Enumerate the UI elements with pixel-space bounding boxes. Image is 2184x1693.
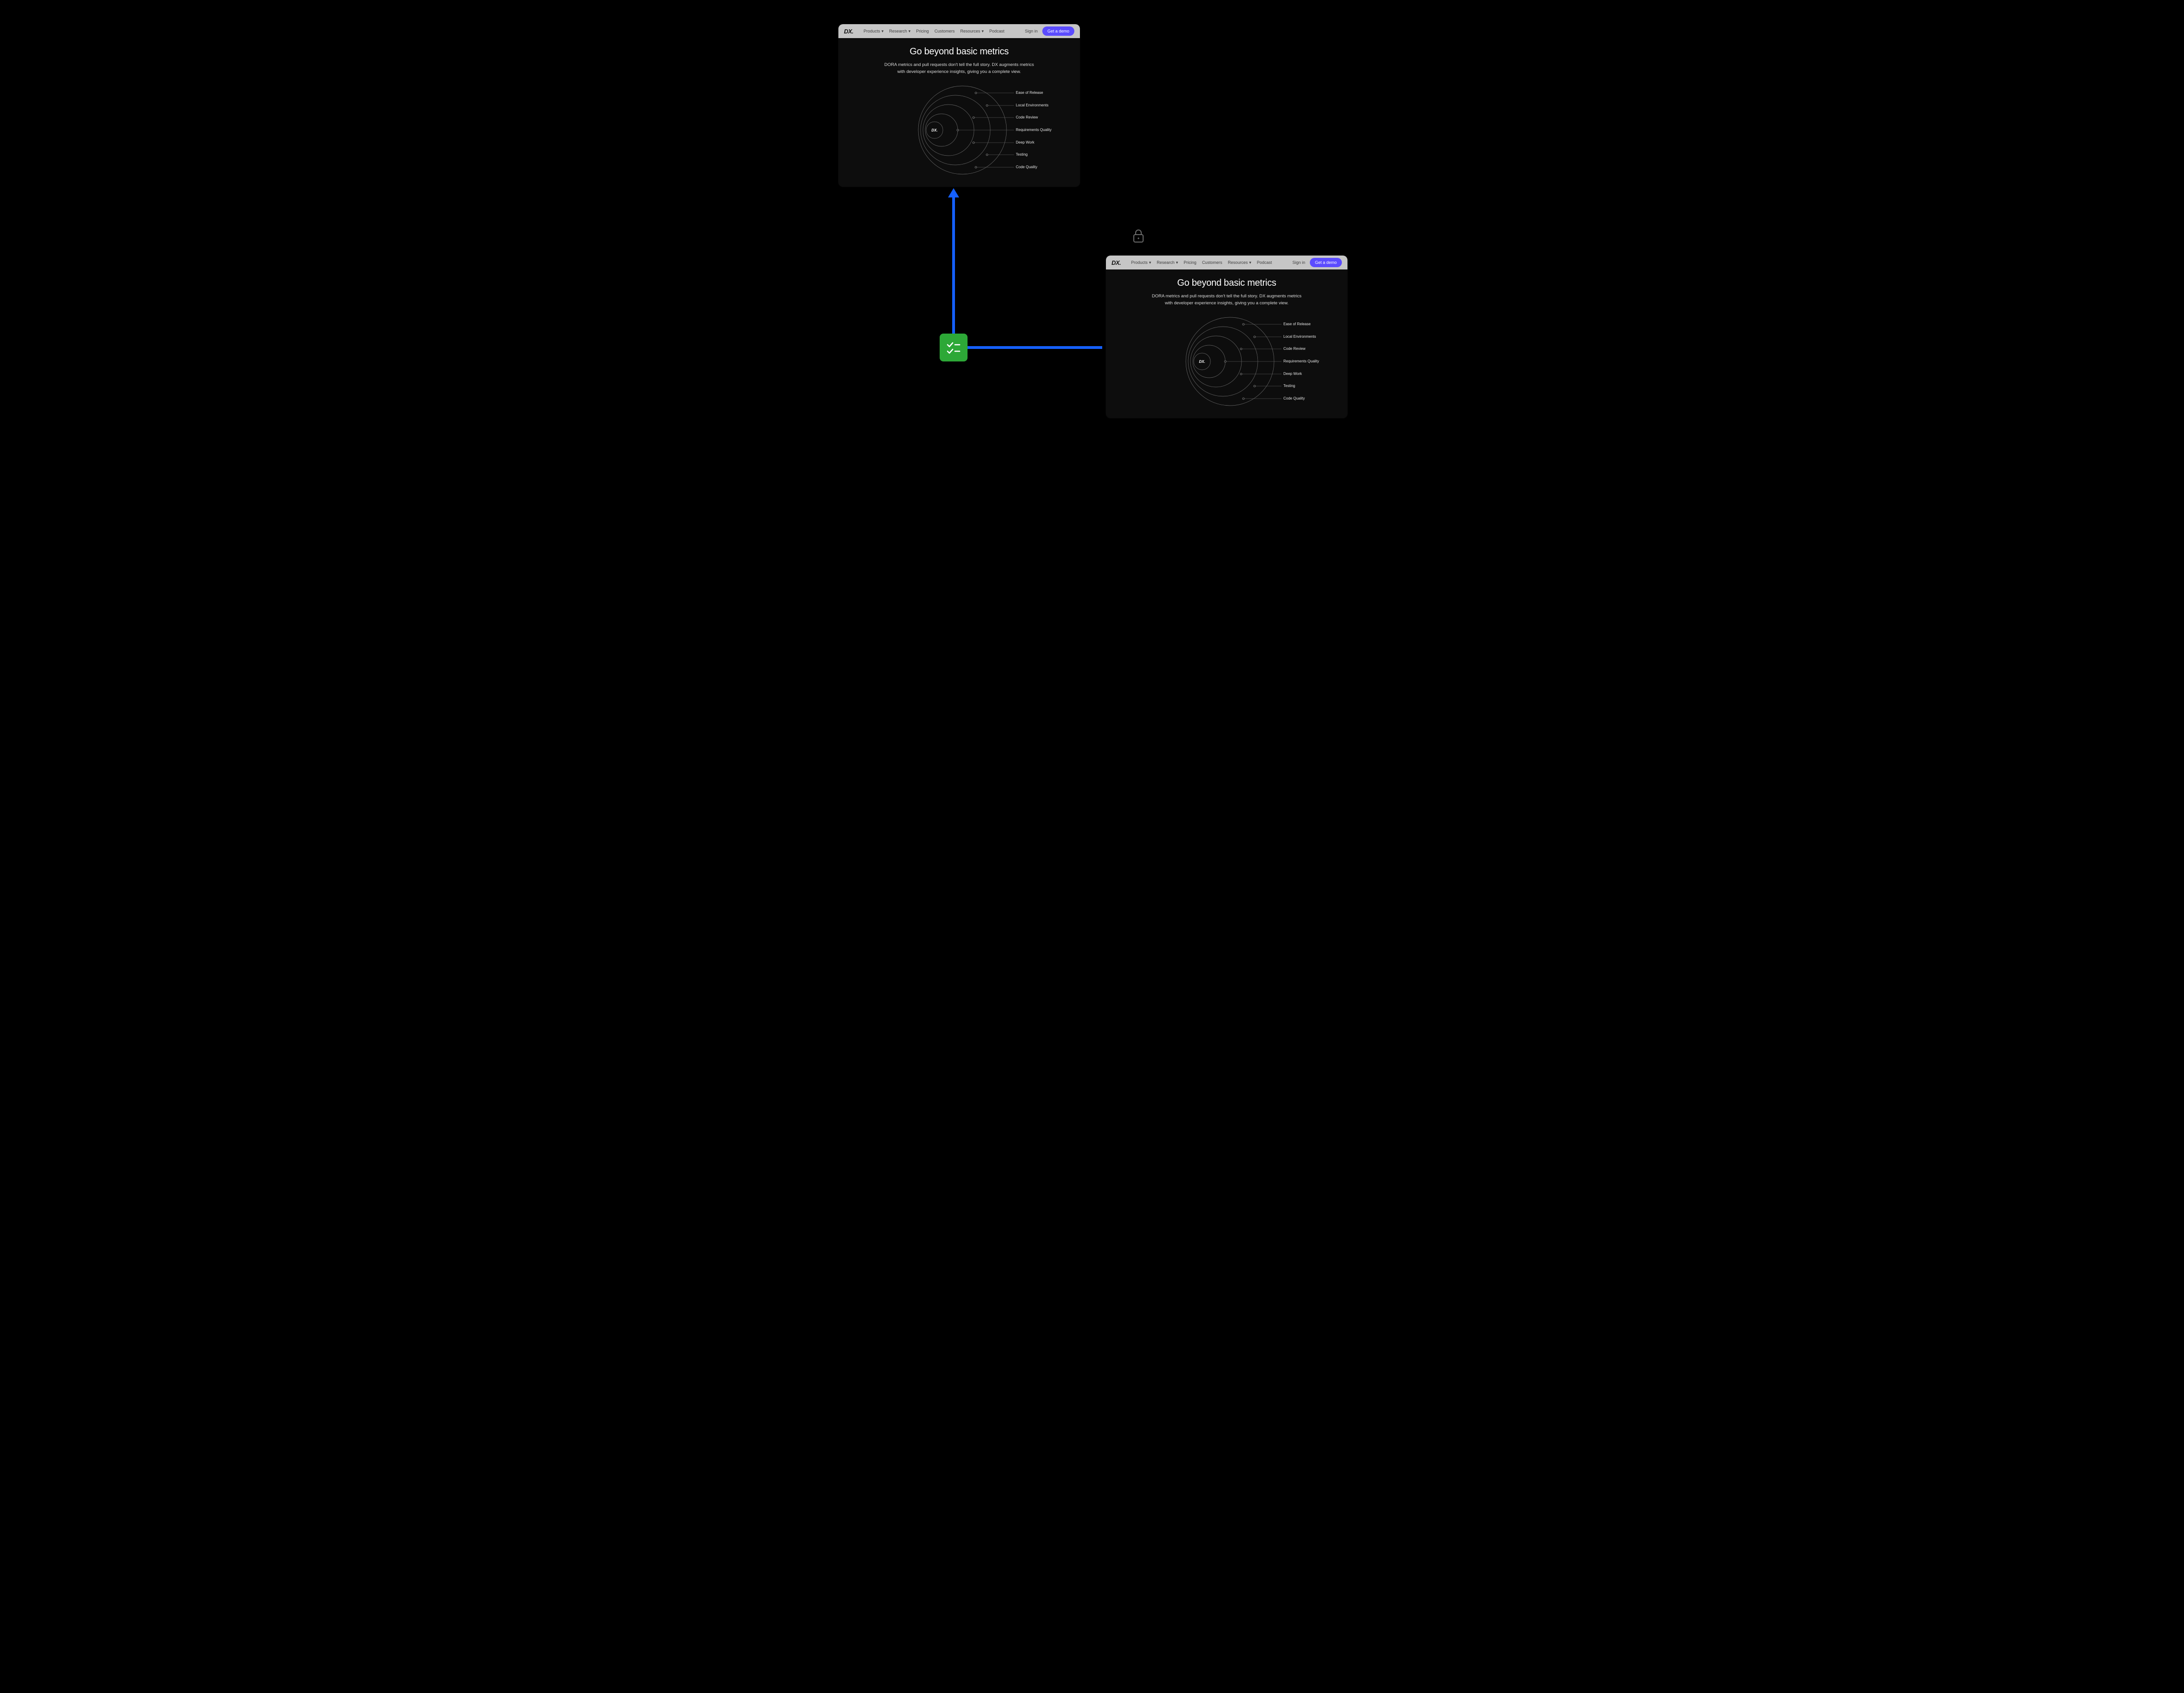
- nav-item-research[interactable]: Research▾: [1157, 260, 1178, 265]
- orbit-diagram: DX. Ease of Release Local Environments C…: [838, 84, 1080, 181]
- nav-links: Products▾ Research▾ Pricing Customers Re…: [863, 29, 1004, 34]
- orbit-label: Code Review: [1283, 347, 1306, 351]
- nav-item-products[interactable]: Products▾: [863, 29, 883, 34]
- chevron-down-icon: ▾: [882, 29, 884, 34]
- orbit-label: Testing: [1283, 384, 1295, 388]
- nav-item-resources[interactable]: Resources▾: [1228, 260, 1251, 265]
- page-title: Go beyond basic metrics: [857, 46, 1061, 57]
- nav-item-pricing[interactable]: Pricing: [1184, 260, 1197, 265]
- orbit-label: Local Environments: [1016, 103, 1048, 107]
- signin-link[interactable]: Sign in: [1025, 29, 1038, 33]
- nav-item-customers[interactable]: Customers: [1202, 260, 1223, 265]
- get-demo-button[interactable]: Get a demo: [1310, 258, 1342, 267]
- orbit-label: Code Review: [1016, 115, 1038, 119]
- nav-item-resources[interactable]: Resources▾: [960, 29, 984, 34]
- orbit-label: Code Quality: [1283, 396, 1305, 400]
- page-subtitle: DORA metrics and pull requests don't tel…: [880, 62, 1038, 75]
- page-title: Go beyond basic metrics: [1125, 278, 1329, 289]
- nav-bar: DX. Products▾ Research▾ Pricing Customer…: [1106, 256, 1347, 269]
- get-demo-button[interactable]: Get a demo: [1042, 26, 1074, 36]
- signin-link[interactable]: Sign in: [1292, 260, 1305, 265]
- orbit-center-label: DX.: [931, 128, 937, 132]
- orbit-label: Testing: [1016, 152, 1027, 157]
- orbit-label: Ease of Release: [1283, 322, 1311, 326]
- screenshot-card-top: DX. Products▾ Research▾ Pricing Customer…: [838, 24, 1080, 187]
- chevron-down-icon: ▾: [1149, 260, 1151, 265]
- orbit-label: Deep Work: [1283, 372, 1302, 376]
- checklist-badge: [940, 334, 968, 361]
- logo: DX.: [844, 28, 853, 35]
- orbit-label: Ease of Release: [1016, 91, 1043, 95]
- orbit-label: Deep Work: [1016, 140, 1034, 144]
- orbit-label: Code Quality: [1016, 165, 1037, 169]
- chevron-down-icon: ▾: [909, 29, 911, 34]
- orbit-label: Requirements Quality: [1016, 128, 1052, 132]
- screenshot-card-bottom: DX. Products▾ Research▾ Pricing Customer…: [1106, 256, 1347, 418]
- lock-icon: [1133, 229, 1144, 245]
- nav-item-podcast[interactable]: Podcast: [989, 29, 1005, 34]
- chevron-down-icon: ▾: [981, 29, 984, 34]
- nav-links: Products▾ Research▾ Pricing Customers Re…: [1131, 260, 1272, 265]
- chevron-down-icon: ▾: [1176, 260, 1178, 265]
- orbit-label: Local Environments: [1283, 335, 1316, 339]
- orbit-center-label: DX.: [1199, 360, 1205, 364]
- nav-item-customers[interactable]: Customers: [935, 29, 955, 34]
- nav-item-podcast[interactable]: Podcast: [1257, 260, 1272, 265]
- nav-bar: DX. Products▾ Research▾ Pricing Customer…: [838, 24, 1080, 38]
- chevron-down-icon: ▾: [1249, 260, 1251, 265]
- orbit-label: Requirements Quality: [1283, 359, 1319, 363]
- orbit-diagram: DX. Ease of Release Local Environments C…: [1106, 315, 1347, 413]
- page-subtitle: DORA metrics and pull requests don't tel…: [1148, 293, 1306, 307]
- nav-item-products[interactable]: Products▾: [1131, 260, 1151, 265]
- nav-item-research[interactable]: Research▾: [889, 29, 910, 34]
- nav-item-pricing[interactable]: Pricing: [916, 29, 929, 34]
- logo: DX.: [1112, 259, 1121, 266]
